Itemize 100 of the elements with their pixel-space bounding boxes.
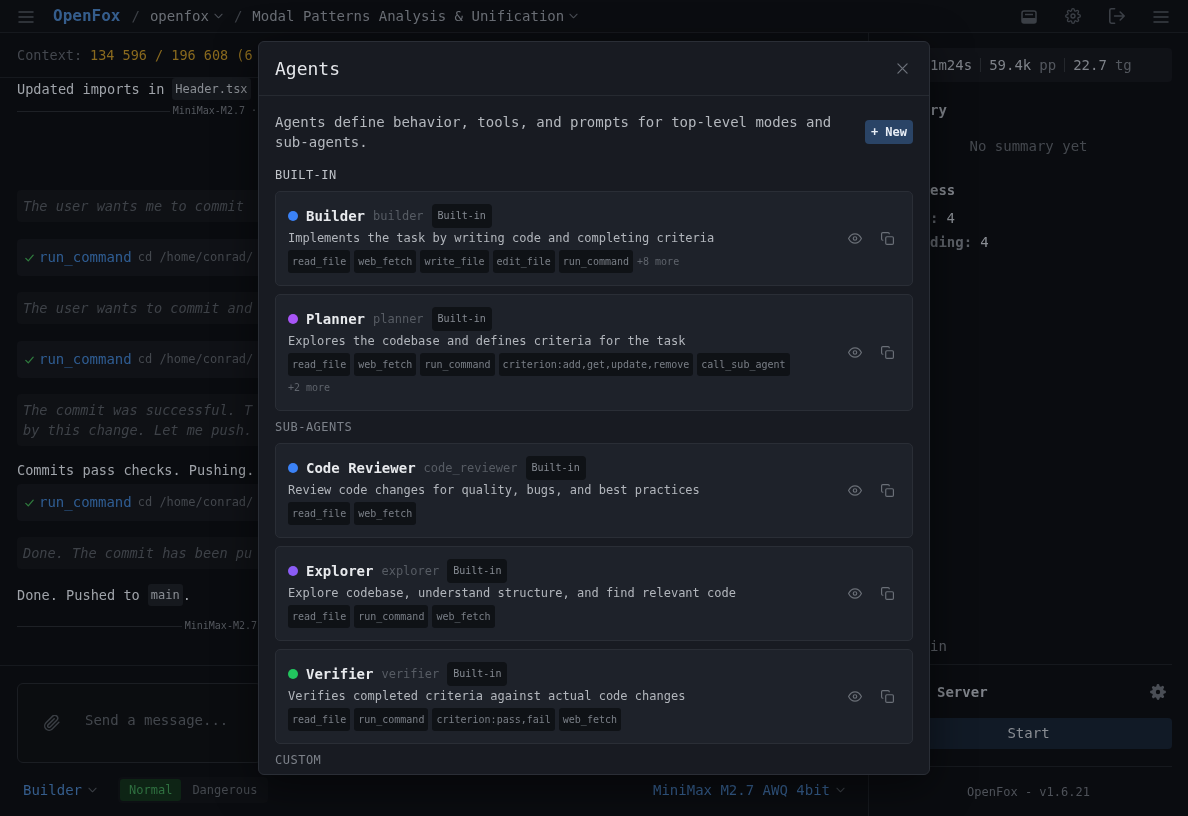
section-label: in	[930, 637, 948, 656]
inline-code: Header.tsx	[172, 78, 251, 100]
more-tools-count: +2 more	[288, 381, 331, 395]
dialog-description: Agents define behavior, tools, and prompts for top-level modes and sub-agents.	[275, 113, 833, 152]
tool-tag: run_command	[354, 605, 429, 628]
more-tools-count: +8 more	[637, 254, 680, 269]
check-icon	[25, 498, 34, 507]
close-icon[interactable]	[897, 63, 908, 74]
tool-tag: run_command	[420, 353, 495, 376]
eye-icon[interactable]	[848, 233, 862, 244]
tool-tag: read_file	[288, 502, 351, 525]
agent-name: Code Reviewer	[306, 458, 416, 478]
settings-icon[interactable]	[1065, 8, 1081, 24]
drive-icon[interactable]	[1021, 9, 1037, 24]
agent-id: code_reviewer	[423, 460, 518, 477]
tool-tag: run_command	[354, 708, 429, 731]
tool-tag: run_command	[558, 250, 633, 273]
message-text: Commits pass checks. Pushing.	[17, 461, 255, 480]
progress-label: :	[930, 209, 939, 228]
copy-icon[interactable]	[880, 587, 894, 600]
tool-tag: write_file	[420, 250, 489, 273]
context-usage: 134 596 / 196 608 (6	[90, 45, 253, 65]
section-heading: CUSTOM	[275, 752, 323, 768]
chevron-down-icon	[569, 13, 579, 19]
stat-value: 22.7	[1073, 55, 1107, 75]
copy-icon[interactable]	[880, 484, 894, 497]
progress-value: 4	[980, 233, 989, 252]
chevron-down-icon	[88, 786, 97, 793]
paperclip-icon[interactable]	[44, 715, 60, 731]
progress-label: ding:	[930, 233, 973, 252]
tool-tag: read_file	[288, 353, 351, 376]
eye-icon[interactable]	[848, 347, 862, 358]
agent-description: Verifies completed criteria against actual code changes	[288, 688, 687, 704]
agent-id: verifier	[381, 666, 440, 683]
eye-icon[interactable]	[848, 588, 862, 599]
tool-tag: call_sub_agent	[697, 353, 790, 376]
mode-option[interactable]: Dangerous	[183, 778, 267, 801]
model-label: MiniMax-M2.7	[184, 619, 257, 633]
check-icon	[25, 253, 34, 262]
agent-description: Implements the task by writing code and completing criteria	[288, 230, 716, 246]
context-label: Context:	[17, 45, 83, 65]
message-text: .	[182, 586, 191, 605]
agent-description: Review code changes for quality, bugs, and best practices	[288, 482, 701, 498]
chevron-down-icon	[836, 786, 845, 793]
stat-value: 59.4k	[989, 55, 1032, 75]
section-heading: ry	[930, 101, 948, 120]
agent-id: builder	[373, 208, 424, 225]
chevron-down-icon	[213, 13, 223, 19]
new-agent-button[interactable]: + New	[864, 120, 913, 144]
tool-name: run_command	[39, 248, 132, 268]
copy-icon[interactable]	[880, 690, 894, 703]
breadcrumb-separator: /	[233, 6, 243, 26]
tool-name: run_command	[39, 350, 132, 370]
dialog-title: Agents	[275, 56, 341, 81]
agent-id: planner	[373, 311, 424, 328]
section-heading: BUILT-IN	[275, 167, 338, 183]
version-label: OpenFox - v1.6.21	[966, 784, 1091, 801]
agent-name: Builder	[306, 206, 365, 226]
agent-card[interactable]: Planner planner Built-in Explores the codebase and defines criteria for the task read_file web_fetch run_command criterion:add,get,update,remove call_sub_agent +2 more	[275, 294, 913, 411]
agent-dropdown[interactable]: Builder	[23, 782, 97, 797]
copy-icon[interactable]	[880, 232, 894, 245]
stat-value: 1m24s	[930, 55, 973, 75]
agent-card[interactable]: Builder builder Built-in Implements the task by writing code and completing criteria read_file web_fetch write_file edit_file run_command +8 more	[275, 191, 913, 286]
agent-description: Explores the codebase and defines criteria for the task	[288, 333, 687, 349]
inline-code: main	[147, 584, 183, 606]
mode-option[interactable]: Normal	[120, 778, 182, 801]
agent-id: explorer	[381, 563, 440, 580]
tool-tag: web_fetch	[432, 605, 495, 628]
tool-tag: criterion:add,get,update,remove	[498, 353, 694, 376]
tool-tag: web_fetch	[354, 250, 417, 273]
empty-summary-text: No summary yet	[968, 137, 1089, 156]
message-input[interactable]: Send a message...	[85, 710, 261, 730]
project-dropdown[interactable]: openfox	[149, 9, 223, 23]
tool-tag: edit_file	[492, 250, 555, 273]
tool-tag: web_fetch	[354, 502, 417, 525]
agent-type-tag: Built-in	[431, 204, 492, 228]
settings-icon[interactable]	[1150, 684, 1166, 700]
tool-tag: criterion:pass,fail	[432, 708, 555, 731]
eye-icon[interactable]	[848, 691, 862, 702]
section-heading: ess	[930, 181, 957, 200]
progress-value: 4	[946, 209, 955, 228]
breadcrumb-separator: /	[131, 6, 140, 26]
eye-icon[interactable]	[848, 485, 862, 496]
agent-card[interactable]: Code Reviewer code_reviewer Built-in Review code changes for quality, bugs, and best practices read_file web_fetch	[275, 443, 913, 538]
session-dropdown[interactable]: Modal Patterns Analysis & Unification	[252, 9, 579, 23]
model-label: MiniMax-M2.7 ·	[172, 104, 257, 118]
model-dropdown[interactable]: MiniMax M2.7 AWQ 4bit	[653, 782, 845, 797]
agent-type-tag: Built-in	[525, 456, 586, 480]
tool-tag: read_file	[288, 708, 351, 731]
logout-icon[interactable]	[1109, 8, 1125, 24]
agent-card[interactable]: Verifier verifier Built-in Verifies completed criteria against actual code changes read_file run_command criterion:pass,fail web_fetch	[275, 649, 913, 744]
message-text: Done. Pushed to	[17, 586, 140, 605]
tool-tag: read_file	[288, 605, 351, 628]
agent-description: Explore codebase, understand structure, and find relevant code	[288, 585, 737, 601]
agent-card[interactable]: Explorer explorer Built-in Explore codebase, understand structure, and find relevant code read_file run_command web_fetch	[275, 546, 913, 641]
brand-name[interactable]: OpenFox	[53, 4, 121, 28]
check-icon	[25, 355, 34, 364]
section-heading: SUB-AGENTS	[275, 419, 354, 435]
agent-type-tag: Built-in	[447, 662, 508, 686]
copy-icon[interactable]	[880, 346, 894, 359]
